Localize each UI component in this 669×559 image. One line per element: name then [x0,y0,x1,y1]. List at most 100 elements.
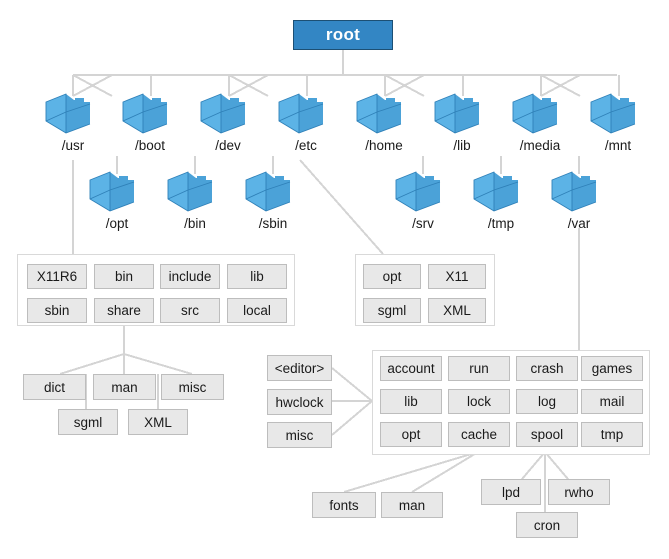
folder-label: /var [567,216,591,231]
var-cell-lock[interactable]: lock [448,389,510,414]
folder-glyph [473,171,519,212]
folder-label: /sbin [258,216,288,231]
folder-node-lib[interactable]: /lib [433,88,491,162]
cell-label: opt [401,427,421,442]
share-cell-sgml[interactable]: sgml [58,409,118,435]
folder-node-opt[interactable]: /opt [88,166,146,240]
folder-node-boot[interactable]: /boot [121,88,179,162]
root-node[interactable]: root [293,20,393,50]
folder-icon [44,88,102,138]
folder-glyph [356,93,402,134]
folder-icon [394,166,452,216]
folder-icon [511,88,569,138]
var-cell-run[interactable]: run [448,356,510,381]
usr-cell-share[interactable]: share [94,298,154,323]
etc-cell-opt[interactable]: opt [363,264,421,289]
folder-glyph [551,171,597,212]
cell-label: rwho [564,484,594,500]
folder-glyph [512,93,558,134]
folder-icon [244,166,302,216]
folder-glyph [245,171,291,212]
folder-node-tmp[interactable]: /tmp [472,166,530,240]
cell-label: mail [599,394,625,409]
cell-label: log [537,394,556,409]
var-cell-crash[interactable]: crash [516,356,578,381]
folder-label: /boot [134,138,166,153]
spool-child-rwho[interactable]: rwho [548,479,610,505]
folder-icon [88,166,146,216]
lib-input-editor[interactable]: <editor> [267,355,332,381]
folder-label: /usr [61,138,85,153]
var-cell-lib[interactable]: lib [380,389,442,414]
folder-node-etc[interactable]: /etc [277,88,335,162]
folder-node-media[interactable]: /media [511,88,569,162]
folder-node-sbin[interactable]: /sbin [244,166,302,240]
etc-cell-sgml[interactable]: sgml [363,298,421,323]
spool-child-cron[interactable]: cron [516,512,578,538]
usr-cell-lib[interactable]: lib [227,264,287,289]
share-cell-man[interactable]: man [93,374,156,400]
folder-icon [550,166,608,216]
folder-glyph [278,93,324,134]
cache-child-man[interactable]: man [381,492,443,518]
var-cell-opt[interactable]: opt [380,422,442,447]
folder-node-bin[interactable]: /bin [166,166,224,240]
var-cell-log[interactable]: log [516,389,578,414]
root-label: root [325,25,361,44]
var-cell-games[interactable]: games [581,356,643,381]
cell-label: bin [114,269,133,284]
folder-label: /bin [184,216,206,231]
cell-label: src [181,303,199,318]
cell-label: <editor> [274,360,325,376]
etc-cell-xml[interactable]: XML [428,298,486,323]
folder-node-var[interactable]: /var [550,166,608,240]
folder-glyph [45,93,91,134]
folder-label: /lib [453,138,471,153]
cell-label: lib [404,394,418,409]
folder-node-mnt[interactable]: /mnt [589,88,647,162]
var-cell-mail[interactable]: mail [581,389,643,414]
lib-input-misc[interactable]: misc [267,422,332,448]
cell-label: X11 [445,269,469,284]
share-cell-xml[interactable]: XML [128,409,188,435]
etc-cell-x11[interactable]: X11 [428,264,486,289]
folder-node-dev[interactable]: /dev [199,88,257,162]
share-cell-misc[interactable]: misc [161,374,224,400]
usr-cell-src[interactable]: src [160,298,220,323]
cache-child-fonts[interactable]: fonts [312,492,376,518]
folder-glyph [590,93,636,134]
cell-label: XML [443,303,471,318]
usr-cell-local[interactable]: local [227,298,287,323]
var-cell-spool[interactable]: spool [516,422,578,447]
cell-label: games [591,361,633,376]
usr-cell-x11r6[interactable]: X11R6 [27,264,87,289]
var-cell-cache[interactable]: cache [448,422,510,447]
cell-label: hwclock [275,394,324,410]
spool-child-lpd[interactable]: lpd [481,479,541,505]
folder-icon [355,88,413,138]
folder-node-usr[interactable]: /usr [44,88,102,162]
folder-icon [121,88,179,138]
usr-cell-bin[interactable]: bin [94,264,154,289]
folder-node-srv[interactable]: /srv [394,166,452,240]
folder-label: /srv [412,216,434,231]
cell-label: misc [178,379,207,395]
diagram-canvas: root /usr/boot/dev/etc/home/lib/media/mn… [0,0,669,559]
folder-icon [433,88,491,138]
folder-node-home[interactable]: /home [355,88,413,162]
usr-cell-sbin[interactable]: sbin [27,298,87,323]
cell-label: misc [285,427,314,443]
cell-label: lib [250,269,264,284]
cell-label: dict [43,379,65,395]
share-cell-dict[interactable]: dict [23,374,86,400]
var-cell-tmp[interactable]: tmp [581,422,643,447]
lib-input-hwclock[interactable]: hwclock [267,389,332,415]
folder-icon [199,88,257,138]
folder-glyph [167,171,213,212]
cell-label: include [168,269,212,284]
var-cell-account[interactable]: account [380,356,442,381]
usr-cell-include[interactable]: include [160,264,220,289]
folder-label: /opt [105,216,129,231]
cell-label: run [469,361,489,376]
folder-label: /media [519,138,561,153]
